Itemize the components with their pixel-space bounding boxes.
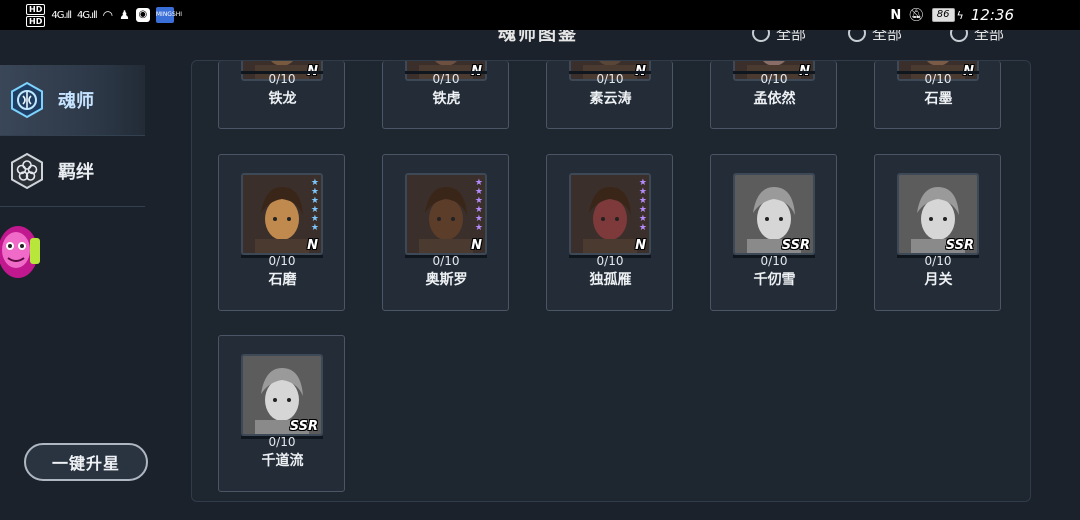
hero-portrait: ★ ★ ★ ★ ★ ★ N [569,173,651,255]
filter-dropdown-1[interactable]: 全部 [752,30,806,42]
fragment-count: 0/10 [596,72,624,86]
filter-check-icon [848,30,866,42]
hd-badge: HD [26,15,46,27]
hd-indicators: HD HD [26,3,46,27]
hero-name: 素云涛 [589,91,632,107]
hero-portrait: ★ ★ ★ ★ ★ ★ N [241,173,323,255]
hero-name: 孟依然 [753,91,796,107]
nfc-icon: N [890,7,902,23]
card-grid-panel: N0/10铁龙N0/10铁虎N0/10素云涛N0/10孟依然N0/10石墨★★★… [191,60,1031,502]
hero-portrait: ★ ★ ★ ★ ★ ★ N [405,173,487,255]
filter-label: 全部 [776,30,807,42]
hero-portrait: SSR [241,354,323,436]
one-key-star-up-button[interactable]: 一键升星 [24,443,148,481]
status-right: N 🔕︎ 86 ϟ 12:36 [890,5,1014,25]
charging-icon: ϟ [956,8,964,22]
signal-icon: 4G.ıll [76,9,98,21]
app-badge: MINGSHI [155,7,182,23]
fragment-count: 0/10 [432,254,460,268]
hero-portrait: SSR [733,173,815,255]
divider [0,206,145,207]
mute-bell-icon: 🔕︎ [908,7,925,23]
hero-name: 铁虎 [432,91,461,107]
hero-name: 奥斯罗 [425,272,468,288]
filter-label: 全部 [872,30,903,42]
app-icon: ◉ [135,8,150,22]
fragment-count: 0/10 [760,254,788,268]
filter-check-icon [950,30,968,42]
rarity-badge: SSR [945,238,974,253]
hero-card[interactable]: ★ ★ ★ ★ ★ ★ N 0/10 石磨 [218,154,345,311]
page-title: 魂师图鉴 [498,30,578,42]
star-icon: ★ [310,223,319,233]
hero-name: 铁龙 [268,91,297,107]
sidebar-item-label: 羁绊 [58,162,94,183]
hero-name: 千道流 [261,453,304,469]
filter-dropdown-3[interactable]: 全部 [950,30,1004,42]
wifi-icon: ◠ [102,8,114,22]
bond-flower-icon [8,152,46,190]
hero-card[interactable]: N0/10铁虎 [382,61,509,129]
signal-icon: 4G.ıll [51,9,72,21]
sidebar-item-bond[interactable]: 羁绊 [0,136,145,206]
battery-icon: 86 ϟ [931,8,964,22]
clock: 12:36 [970,6,1014,24]
star-icon: ★ [474,223,483,233]
hero-card[interactable]: ★ ★ ★ ★ ★ ★ N 0/10 奥斯罗 [382,154,509,311]
filter-label: 全部 [974,30,1005,42]
star-icon: ★ [638,223,647,233]
sidebar: 魂师 羁绊 一键升星 [0,30,148,520]
hero-card[interactable]: SSR 0/10 千仞雪 [710,154,837,311]
hero-card[interactable]: N0/10孟依然 [710,61,837,129]
fragment-count: 0/10 [268,435,296,449]
filter-check-icon [752,30,770,42]
fragment-count: 0/10 [924,254,952,268]
rarity-badge: SSR [289,419,318,434]
hero-card[interactable]: N0/10铁龙 [218,61,345,129]
hero-card[interactable]: SSR 0/10 千道流 [218,335,345,492]
fragment-count: 0/10 [596,254,624,268]
rarity-badge: N [307,238,318,253]
top-header: ‹ 魂师图鉴 全部 全部 全部 [0,30,1080,42]
pink-pet-icon[interactable] [0,220,44,284]
rarity-badge: N [635,238,646,253]
qq-icon: ♟ [119,8,130,22]
fragment-count: 0/10 [760,72,788,86]
hero-name: 月关 [924,272,953,288]
battery-level: 86 [931,8,955,22]
rarity-badge: SSR [781,238,810,253]
fragment-count: 0/10 [924,72,952,86]
star-rating: ★ ★ ★ ★ ★ ★ [639,179,647,233]
soul-master-icon [8,81,46,119]
hero-card[interactable]: SSR 0/10 月关 [874,154,1001,311]
hero-name: 石磨 [268,272,297,288]
fragment-count: 0/10 [268,72,296,86]
star-rating: ★ ★ ★ ★ ★ ★ [475,179,483,233]
hero-card[interactable]: ★ ★ ★ ★ ★ ★ N 0/10 独孤雁 [546,154,673,311]
sidebar-item-label: 魂师 [58,91,94,112]
star-rating: ★ ★ ★ ★ ★ ★ [311,179,319,233]
hero-card[interactable]: N0/10石墨 [874,61,1001,129]
rarity-badge: N [471,238,482,253]
status-bar: HD HD 4G.ıll 4G.ıll ◠ ♟ ◉ MINGSHI N 🔕︎ 8… [0,0,1080,30]
fragment-count: 0/10 [268,254,296,268]
filter-dropdown-2[interactable]: 全部 [848,30,902,42]
fragment-count: 0/10 [432,72,460,86]
sidebar-item-soul-master[interactable]: 魂师 [0,65,145,135]
hero-name: 千仞雪 [753,272,796,288]
hero-name: 石墨 [924,91,953,107]
hd-badge: HD [26,3,46,15]
hero-name: 独孤雁 [589,272,632,288]
status-left: HD HD 4G.ıll 4G.ıll ◠ ♟ ◉ MINGSHI [26,2,182,28]
hero-portrait: SSR [897,173,979,255]
hero-card[interactable]: N0/10素云涛 [546,61,673,129]
